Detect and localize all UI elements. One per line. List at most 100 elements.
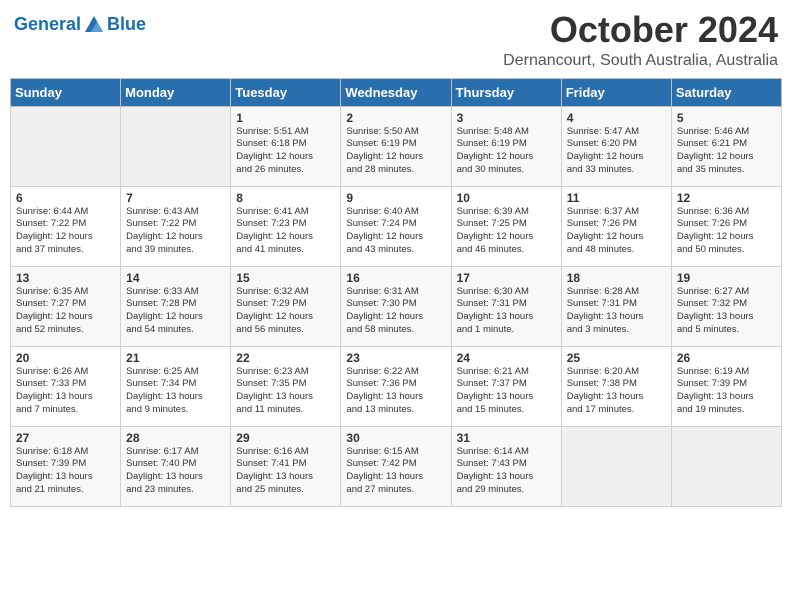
day-number: 2 <box>346 111 445 125</box>
calendar-cell: 29Sunrise: 6:16 AMSunset: 7:41 PMDayligh… <box>231 426 341 506</box>
day-number: 24 <box>457 351 556 365</box>
day-number: 3 <box>457 111 556 125</box>
day-number: 21 <box>126 351 225 365</box>
day-info: Sunrise: 6:44 AMSunset: 7:22 PMDaylight:… <box>16 206 115 257</box>
day-info: Sunrise: 6:33 AMSunset: 7:28 PMDaylight:… <box>126 286 225 337</box>
day-info: Sunrise: 5:46 AMSunset: 6:21 PMDaylight:… <box>677 126 776 177</box>
calendar-cell: 16Sunrise: 6:31 AMSunset: 7:30 PMDayligh… <box>341 266 451 346</box>
day-number: 27 <box>16 431 115 445</box>
day-number: 9 <box>346 191 445 205</box>
week-row-1: 6Sunrise: 6:44 AMSunset: 7:22 PMDaylight… <box>11 186 782 266</box>
calendar-cell: 30Sunrise: 6:15 AMSunset: 7:42 PMDayligh… <box>341 426 451 506</box>
week-row-0: 1Sunrise: 5:51 AMSunset: 6:18 PMDaylight… <box>11 106 782 186</box>
day-info: Sunrise: 6:35 AMSunset: 7:27 PMDaylight:… <box>16 286 115 337</box>
day-number: 23 <box>346 351 445 365</box>
calendar-cell: 23Sunrise: 6:22 AMSunset: 7:36 PMDayligh… <box>341 346 451 426</box>
day-number: 14 <box>126 271 225 285</box>
calendar-title: October 2024 <box>503 10 778 50</box>
day-number: 7 <box>126 191 225 205</box>
day-info: Sunrise: 6:20 AMSunset: 7:38 PMDaylight:… <box>567 366 666 417</box>
calendar-cell: 18Sunrise: 6:28 AMSunset: 7:31 PMDayligh… <box>561 266 671 346</box>
calendar-table: SundayMondayTuesdayWednesdayThursdayFrid… <box>10 78 782 507</box>
calendar-cell: 11Sunrise: 6:37 AMSunset: 7:26 PMDayligh… <box>561 186 671 266</box>
calendar-cell <box>121 106 231 186</box>
day-info: Sunrise: 6:26 AMSunset: 7:33 PMDaylight:… <box>16 366 115 417</box>
page-header: General Blue October 2024 Dernancourt, S… <box>10 10 782 70</box>
day-number: 1 <box>236 111 335 125</box>
logo: General Blue <box>14 14 146 36</box>
day-info: Sunrise: 5:50 AMSunset: 6:19 PMDaylight:… <box>346 126 445 177</box>
weekday-header-monday: Monday <box>121 78 231 106</box>
day-number: 20 <box>16 351 115 365</box>
weekday-header-friday: Friday <box>561 78 671 106</box>
day-info: Sunrise: 6:16 AMSunset: 7:41 PMDaylight:… <box>236 446 335 497</box>
day-info: Sunrise: 6:14 AMSunset: 7:43 PMDaylight:… <box>457 446 556 497</box>
day-number: 10 <box>457 191 556 205</box>
calendar-cell: 1Sunrise: 5:51 AMSunset: 6:18 PMDaylight… <box>231 106 341 186</box>
day-info: Sunrise: 6:19 AMSunset: 7:39 PMDaylight:… <box>677 366 776 417</box>
title-block: October 2024 Dernancourt, South Australi… <box>503 10 778 70</box>
calendar-cell: 25Sunrise: 6:20 AMSunset: 7:38 PMDayligh… <box>561 346 671 426</box>
day-number: 8 <box>236 191 335 205</box>
weekday-header-sunday: Sunday <box>11 78 121 106</box>
day-info: Sunrise: 6:40 AMSunset: 7:24 PMDaylight:… <box>346 206 445 257</box>
calendar-cell: 15Sunrise: 6:32 AMSunset: 7:29 PMDayligh… <box>231 266 341 346</box>
day-number: 22 <box>236 351 335 365</box>
day-info: Sunrise: 6:31 AMSunset: 7:30 PMDaylight:… <box>346 286 445 337</box>
day-number: 13 <box>16 271 115 285</box>
calendar-cell: 26Sunrise: 6:19 AMSunset: 7:39 PMDayligh… <box>671 346 781 426</box>
calendar-cell: 6Sunrise: 6:44 AMSunset: 7:22 PMDaylight… <box>11 186 121 266</box>
calendar-cell: 3Sunrise: 5:48 AMSunset: 6:19 PMDaylight… <box>451 106 561 186</box>
calendar-cell <box>671 426 781 506</box>
day-number: 30 <box>346 431 445 445</box>
day-info: Sunrise: 5:47 AMSunset: 6:20 PMDaylight:… <box>567 126 666 177</box>
day-info: Sunrise: 6:18 AMSunset: 7:39 PMDaylight:… <box>16 446 115 497</box>
weekday-header-tuesday: Tuesday <box>231 78 341 106</box>
day-info: Sunrise: 6:30 AMSunset: 7:31 PMDaylight:… <box>457 286 556 337</box>
day-info: Sunrise: 6:28 AMSunset: 7:31 PMDaylight:… <box>567 286 666 337</box>
calendar-cell: 7Sunrise: 6:43 AMSunset: 7:22 PMDaylight… <box>121 186 231 266</box>
day-info: Sunrise: 6:22 AMSunset: 7:36 PMDaylight:… <box>346 366 445 417</box>
calendar-cell: 28Sunrise: 6:17 AMSunset: 7:40 PMDayligh… <box>121 426 231 506</box>
day-info: Sunrise: 6:17 AMSunset: 7:40 PMDaylight:… <box>126 446 225 497</box>
day-number: 16 <box>346 271 445 285</box>
day-number: 26 <box>677 351 776 365</box>
calendar-cell <box>561 426 671 506</box>
day-info: Sunrise: 5:51 AMSunset: 6:18 PMDaylight:… <box>236 126 335 177</box>
day-info: Sunrise: 6:41 AMSunset: 7:23 PMDaylight:… <box>236 206 335 257</box>
calendar-cell: 14Sunrise: 6:33 AMSunset: 7:28 PMDayligh… <box>121 266 231 346</box>
day-number: 5 <box>677 111 776 125</box>
day-info: Sunrise: 6:36 AMSunset: 7:26 PMDaylight:… <box>677 206 776 257</box>
day-number: 31 <box>457 431 556 445</box>
day-info: Sunrise: 6:39 AMSunset: 7:25 PMDaylight:… <box>457 206 556 257</box>
week-row-4: 27Sunrise: 6:18 AMSunset: 7:39 PMDayligh… <box>11 426 782 506</box>
calendar-cell: 24Sunrise: 6:21 AMSunset: 7:37 PMDayligh… <box>451 346 561 426</box>
day-number: 11 <box>567 191 666 205</box>
day-info: Sunrise: 6:23 AMSunset: 7:35 PMDaylight:… <box>236 366 335 417</box>
calendar-cell: 13Sunrise: 6:35 AMSunset: 7:27 PMDayligh… <box>11 266 121 346</box>
day-number: 25 <box>567 351 666 365</box>
week-row-2: 13Sunrise: 6:35 AMSunset: 7:27 PMDayligh… <box>11 266 782 346</box>
calendar-subtitle: Dernancourt, South Australia, Australia <box>503 52 778 70</box>
calendar-cell <box>11 106 121 186</box>
day-number: 4 <box>567 111 666 125</box>
calendar-cell: 2Sunrise: 5:50 AMSunset: 6:19 PMDaylight… <box>341 106 451 186</box>
day-info: Sunrise: 6:15 AMSunset: 7:42 PMDaylight:… <box>346 446 445 497</box>
calendar-cell: 10Sunrise: 6:39 AMSunset: 7:25 PMDayligh… <box>451 186 561 266</box>
day-info: Sunrise: 6:27 AMSunset: 7:32 PMDaylight:… <box>677 286 776 337</box>
calendar-cell: 19Sunrise: 6:27 AMSunset: 7:32 PMDayligh… <box>671 266 781 346</box>
calendar-cell: 31Sunrise: 6:14 AMSunset: 7:43 PMDayligh… <box>451 426 561 506</box>
day-number: 17 <box>457 271 556 285</box>
day-number: 19 <box>677 271 776 285</box>
day-info: Sunrise: 6:25 AMSunset: 7:34 PMDaylight:… <box>126 366 225 417</box>
day-info: Sunrise: 6:37 AMSunset: 7:26 PMDaylight:… <box>567 206 666 257</box>
week-row-3: 20Sunrise: 6:26 AMSunset: 7:33 PMDayligh… <box>11 346 782 426</box>
calendar-cell: 9Sunrise: 6:40 AMSunset: 7:24 PMDaylight… <box>341 186 451 266</box>
calendar-cell: 20Sunrise: 6:26 AMSunset: 7:33 PMDayligh… <box>11 346 121 426</box>
calendar-cell: 4Sunrise: 5:47 AMSunset: 6:20 PMDaylight… <box>561 106 671 186</box>
day-number: 18 <box>567 271 666 285</box>
calendar-cell: 22Sunrise: 6:23 AMSunset: 7:35 PMDayligh… <box>231 346 341 426</box>
day-info: Sunrise: 6:43 AMSunset: 7:22 PMDaylight:… <box>126 206 225 257</box>
weekday-header-saturday: Saturday <box>671 78 781 106</box>
weekday-header-wednesday: Wednesday <box>341 78 451 106</box>
